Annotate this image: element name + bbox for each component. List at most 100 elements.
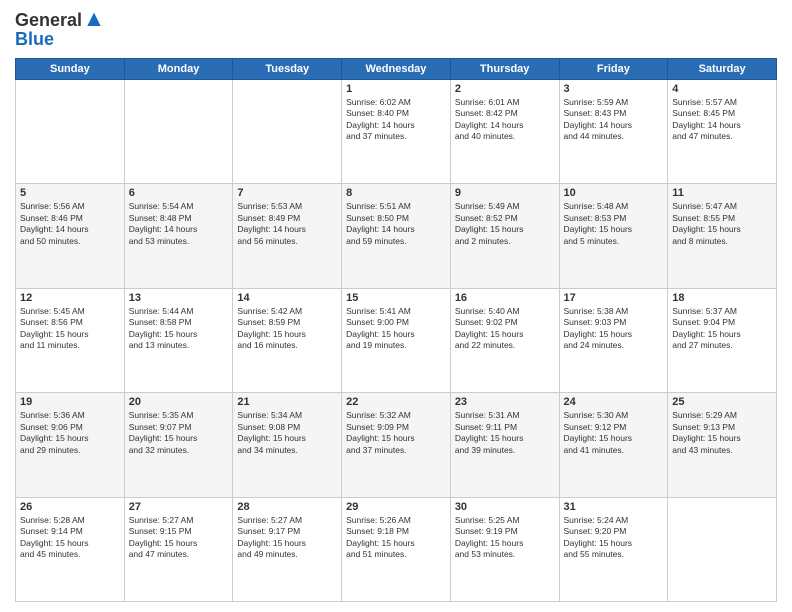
day-info: Sunrise: 6:01 AM Sunset: 8:42 PM Dayligh… (455, 97, 555, 143)
day-info: Sunrise: 5:44 AM Sunset: 8:58 PM Dayligh… (129, 306, 229, 352)
day-info: Sunrise: 6:02 AM Sunset: 8:40 PM Dayligh… (346, 97, 446, 143)
calendar-cell: 12Sunrise: 5:45 AM Sunset: 8:56 PM Dayli… (16, 288, 125, 392)
weekday-header-friday: Friday (559, 59, 668, 80)
day-number: 5 (20, 187, 120, 199)
logo-blue: Blue (15, 29, 104, 50)
calendar-cell: 4 Sunrise: 5:57 AM Sunset: 8:45 PM Daylig… (668, 80, 777, 184)
calendar-cell: 27 Sunrise: 5:27 AM Sunset: 9:15 PM Dayli… (124, 497, 233, 601)
weekday-header-sunday: Sunday (16, 59, 125, 80)
calendar-cell (124, 80, 233, 184)
calendar-cell: 1 Sunrise: 6:02 AM Sunset: 8:40 PM Daylig… (342, 80, 451, 184)
calendar-cell: 30 Sunrise: 5:25 AM Sunset: 9:19 PM Dayli… (450, 497, 559, 601)
calendar-cell: 28Sunrise: 5:27 AM Sunset: 9:17 PM Dayli… (233, 497, 342, 601)
day-number: 24 (564, 396, 664, 408)
day-number: 18 (672, 292, 772, 304)
calendar-cell: 24 Sunrise: 5:30 AM Sunset: 9:12 PM Dayli… (559, 393, 668, 497)
day-number: 11 (672, 187, 772, 199)
day-info: Sunrise: 5:36 AM Sunset: 9:06 PM Dayligh… (20, 410, 120, 456)
day-number: 12 (20, 292, 120, 304)
week-row-4: 19 Sunrise: 5:36 AM Sunset: 9:06 PM Dayli… (16, 393, 777, 497)
week-row-1: 1 Sunrise: 6:02 AM Sunset: 8:40 PM Daylig… (16, 80, 777, 184)
calendar-cell: 8 Sunrise: 5:51 AM Sunset: 8:50 PM Daylig… (342, 184, 451, 288)
weekday-header-wednesday: Wednesday (342, 59, 451, 80)
day-info: Sunrise: 5:53 AM Sunset: 8:49 PM Dayligh… (237, 201, 337, 247)
day-number: 13 (129, 292, 229, 304)
calendar-cell: 25 Sunrise: 5:29 AM Sunset: 9:13 PM Dayli… (668, 393, 777, 497)
day-number: 17 (564, 292, 664, 304)
calendar-cell: 18 Sunrise: 5:37 AM Sunset: 9:04 PM Dayli… (668, 288, 777, 392)
day-number: 6 (129, 187, 229, 199)
week-row-5: 26 Sunrise: 5:28 AM Sunset: 9:14 PM Dayli… (16, 497, 777, 601)
calendar-cell: 29 Sunrise: 5:26 AM Sunset: 9:18 PM Dayli… (342, 497, 451, 601)
day-number: 8 (346, 187, 446, 199)
day-info: Sunrise: 5:38 AM Sunset: 9:03 PM Dayligh… (564, 306, 664, 352)
calendar-cell: 21 Sunrise: 5:34 AM Sunset: 9:08 PM Dayli… (233, 393, 342, 497)
logo-icon (84, 11, 104, 31)
day-info: Sunrise: 5:27 AM Sunset: 9:15 PM Dayligh… (129, 515, 229, 561)
day-number: 15 (346, 292, 446, 304)
day-number: 1 (346, 83, 446, 95)
day-info: Sunrise: 5:49 AM Sunset: 8:52 PM Dayligh… (455, 201, 555, 247)
calendar-cell (233, 80, 342, 184)
calendar-cell: 6 Sunrise: 5:54 AM Sunset: 8:48 PM Daylig… (124, 184, 233, 288)
calendar-cell: 19 Sunrise: 5:36 AM Sunset: 9:06 PM Dayli… (16, 393, 125, 497)
calendar-cell: 2 Sunrise: 6:01 AM Sunset: 8:42 PM Daylig… (450, 80, 559, 184)
weekday-header-monday: Monday (124, 59, 233, 80)
calendar-cell: 22Sunrise: 5:32 AM Sunset: 9:09 PM Dayli… (342, 393, 451, 497)
day-info: Sunrise: 5:27 AM Sunset: 9:17 PM Dayligh… (237, 515, 337, 561)
day-info: Sunrise: 5:25 AM Sunset: 9:19 PM Dayligh… (455, 515, 555, 561)
calendar-cell: 9 Sunrise: 5:49 AM Sunset: 8:52 PM Daylig… (450, 184, 559, 288)
day-info: Sunrise: 5:29 AM Sunset: 9:13 PM Dayligh… (672, 410, 772, 456)
calendar-cell: 13 Sunrise: 5:44 AM Sunset: 8:58 PM Dayli… (124, 288, 233, 392)
day-number: 16 (455, 292, 555, 304)
calendar-cell (16, 80, 125, 184)
day-info: Sunrise: 5:26 AM Sunset: 9:18 PM Dayligh… (346, 515, 446, 561)
day-number: 23 (455, 396, 555, 408)
calendar-cell: 23 Sunrise: 5:31 AM Sunset: 9:11 PM Dayli… (450, 393, 559, 497)
day-number: 31 (564, 501, 664, 513)
calendar-cell: 26 Sunrise: 5:28 AM Sunset: 9:14 PM Dayli… (16, 497, 125, 601)
day-number: 9 (455, 187, 555, 199)
calendar-cell: 20Sunrise: 5:35 AM Sunset: 9:07 PM Dayli… (124, 393, 233, 497)
day-info: Sunrise: 5:48 AM Sunset: 8:53 PM Dayligh… (564, 201, 664, 247)
calendar-cell: 16 Sunrise: 5:40 AM Sunset: 9:02 PM Dayli… (450, 288, 559, 392)
day-info: Sunrise: 5:51 AM Sunset: 8:50 PM Dayligh… (346, 201, 446, 247)
day-info: Sunrise: 5:41 AM Sunset: 9:00 PM Dayligh… (346, 306, 446, 352)
day-info: Sunrise: 5:37 AM Sunset: 9:04 PM Dayligh… (672, 306, 772, 352)
logo: General Blue (15, 10, 104, 50)
day-info: Sunrise: 5:24 AM Sunset: 9:20 PM Dayligh… (564, 515, 664, 561)
day-number: 30 (455, 501, 555, 513)
day-info: Sunrise: 5:42 AM Sunset: 8:59 PM Dayligh… (237, 306, 337, 352)
day-info: Sunrise: 5:30 AM Sunset: 9:12 PM Dayligh… (564, 410, 664, 456)
calendar-cell: 31 Sunrise: 5:24 AM Sunset: 9:20 PM Dayli… (559, 497, 668, 601)
day-info: Sunrise: 5:40 AM Sunset: 9:02 PM Dayligh… (455, 306, 555, 352)
calendar-table: SundayMondayTuesdayWednesdayThursdayFrid… (15, 58, 777, 602)
calendar-cell: 5Sunrise: 5:56 AM Sunset: 8:46 PM Daylig… (16, 184, 125, 288)
day-info: Sunrise: 5:34 AM Sunset: 9:08 PM Dayligh… (237, 410, 337, 456)
calendar-cell: 10Sunrise: 5:48 AM Sunset: 8:53 PM Dayli… (559, 184, 668, 288)
day-number: 27 (129, 501, 229, 513)
weekday-header-row: SundayMondayTuesdayWednesdayThursdayFrid… (16, 59, 777, 80)
page: General Blue SundayMondayTuesdayWednesda… (0, 0, 792, 612)
day-number: 26 (20, 501, 120, 513)
day-info: Sunrise: 5:54 AM Sunset: 8:48 PM Dayligh… (129, 201, 229, 247)
day-number: 3 (564, 83, 664, 95)
day-info: Sunrise: 5:32 AM Sunset: 9:09 PM Dayligh… (346, 410, 446, 456)
day-number: 2 (455, 83, 555, 95)
day-info: Sunrise: 5:28 AM Sunset: 9:14 PM Dayligh… (20, 515, 120, 561)
weekday-header-saturday: Saturday (668, 59, 777, 80)
calendar-cell: 7Sunrise: 5:53 AM Sunset: 8:49 PM Daylig… (233, 184, 342, 288)
day-number: 25 (672, 396, 772, 408)
day-number: 19 (20, 396, 120, 408)
day-number: 29 (346, 501, 446, 513)
week-row-2: 5Sunrise: 5:56 AM Sunset: 8:46 PM Daylig… (16, 184, 777, 288)
day-info: Sunrise: 5:31 AM Sunset: 9:11 PM Dayligh… (455, 410, 555, 456)
day-number: 4 (672, 83, 772, 95)
weekday-header-thursday: Thursday (450, 59, 559, 80)
weekday-header-tuesday: Tuesday (233, 59, 342, 80)
calendar-cell (668, 497, 777, 601)
calendar-cell: 14Sunrise: 5:42 AM Sunset: 8:59 PM Dayli… (233, 288, 342, 392)
day-number: 21 (237, 396, 337, 408)
day-info: Sunrise: 5:57 AM Sunset: 8:45 PM Dayligh… (672, 97, 772, 143)
day-number: 20 (129, 396, 229, 408)
